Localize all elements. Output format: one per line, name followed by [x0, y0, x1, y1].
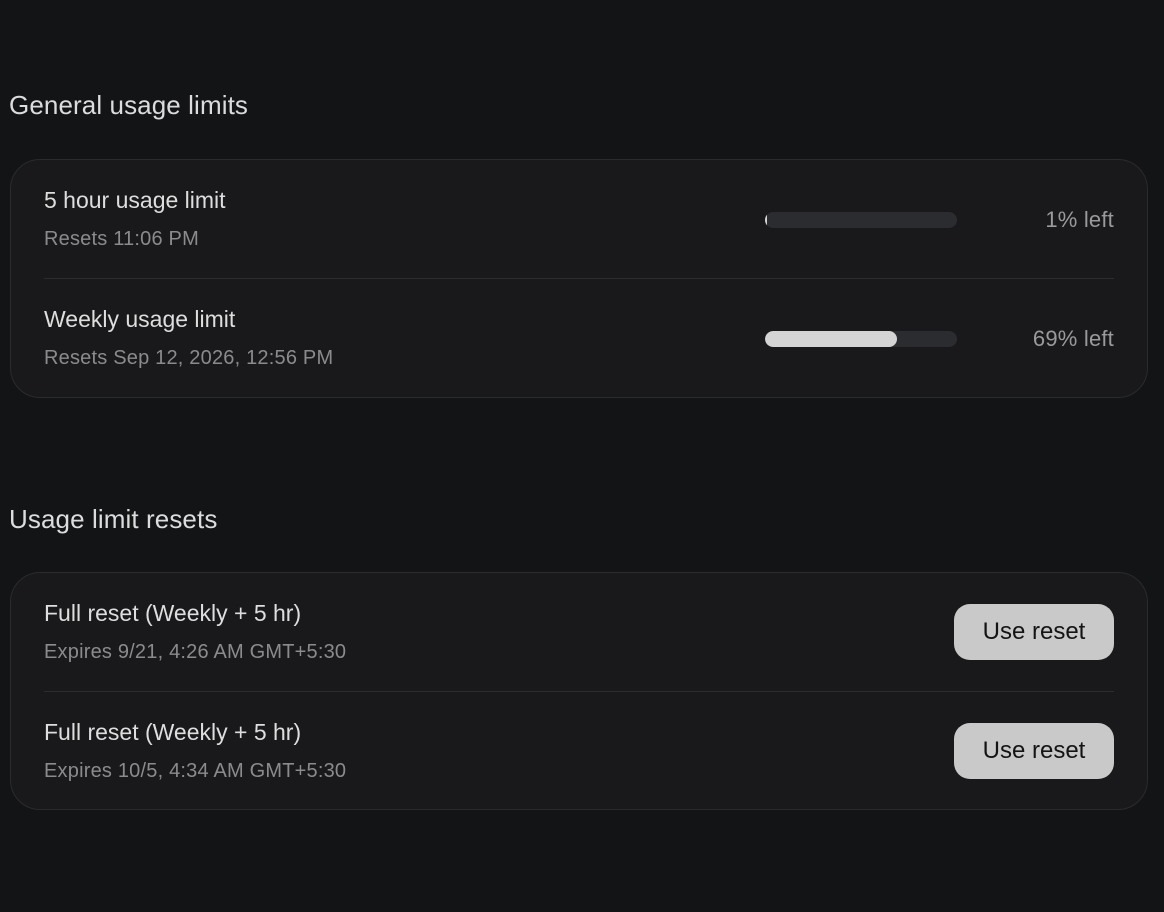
reset-expiry: Expires 10/5, 4:34 AM GMT+5:30	[44, 760, 347, 782]
usage-progress-bar	[765, 212, 957, 228]
reset-title: Full reset (Weekly + 5 hr)	[44, 600, 302, 626]
usage-limit-row-5-hour: 5 hour usage limit Resets 11:06 PM 1% le…	[44, 160, 1114, 278]
usage-limit-resets-card: Full reset (Weekly + 5 hr) Expires 9/21,…	[10, 572, 1148, 810]
reset-expiry: Expires 9/21, 4:26 AM GMT+5:30	[44, 641, 347, 663]
usage-progress-fill	[765, 212, 767, 228]
use-reset-button[interactable]: Use reset	[954, 723, 1114, 779]
general-usage-limits-heading: General usage limits	[9, 90, 248, 120]
usage-limit-title: 5 hour usage limit	[44, 187, 226, 213]
usage-limit-title: Weekly usage limit	[44, 306, 236, 332]
usage-progress-bar	[765, 331, 957, 347]
usage-percent-left: 1% left	[1045, 207, 1114, 232]
general-usage-limits-card: 5 hour usage limit Resets 11:06 PM 1% le…	[10, 159, 1148, 398]
reset-row: Full reset (Weekly + 5 hr) Expires 9/21,…	[44, 573, 1114, 691]
reset-row: Full reset (Weekly + 5 hr) Expires 10/5,…	[44, 691, 1114, 809]
usage-percent-left: 69% left	[1032, 326, 1114, 351]
usage-limit-reset-time: Resets Sep 12, 2026, 12:56 PM	[44, 347, 334, 369]
usage-progress-fill	[765, 331, 898, 347]
usage-limit-reset-time: Resets 11:06 PM	[44, 228, 199, 250]
usage-limit-resets-heading: Usage limit resets	[9, 504, 218, 534]
use-reset-button[interactable]: Use reset	[954, 604, 1114, 660]
reset-title: Full reset (Weekly + 5 hr)	[44, 719, 302, 745]
usage-limit-row-weekly: Weekly usage limit Resets Sep 12, 2026, …	[44, 278, 1114, 396]
